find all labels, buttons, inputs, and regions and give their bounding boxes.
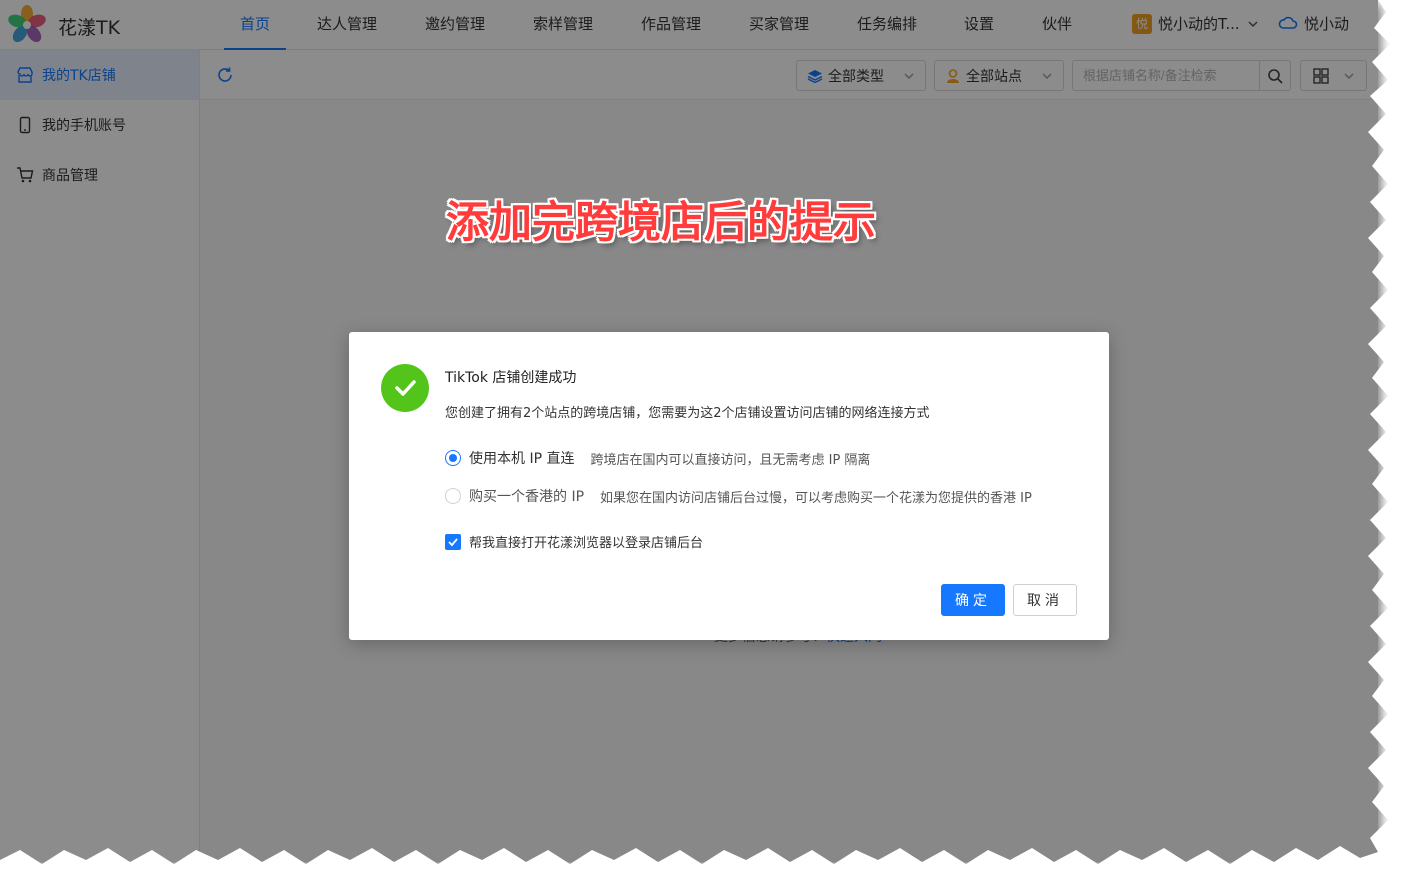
open-browser-checkbox[interactable] — [445, 533, 461, 550]
option-note: 如果您在国内访问店铺后台过慢，可以考虑购买一个花漾为您提供的香港 IP — [600, 490, 1032, 506]
option-note: 跨境店在国内可以直接访问，且无需考虑 IP 隔离 — [590, 452, 871, 468]
cancel-button[interactable]: 取消 — [1013, 584, 1077, 616]
radio-direct-ip[interactable] — [445, 450, 461, 466]
option-buy-hk-ip[interactable]: 购买一个香港的 IP 如果您在国内访问店铺后台过慢，可以考虑购买一个花漾为您提供… — [445, 486, 1032, 506]
radio-buy-hk-ip[interactable] — [445, 488, 461, 504]
confirm-button[interactable]: 确定 — [941, 584, 1005, 616]
option-label: 购买一个香港的 IP — [469, 489, 585, 505]
success-check-icon — [381, 364, 429, 412]
dialog-description: 您创建了拥有2个站点的跨境店铺，您需要为这2个店铺设置访问店铺的网络连接方式 — [445, 406, 930, 421]
dialog-title: TikTok 店铺创建成功 — [445, 370, 577, 386]
option-direct-ip[interactable]: 使用本机 IP 直连 跨境店在国内可以直接访问，且无需考虑 IP 隔离 — [445, 448, 870, 468]
option-label: 使用本机 IP 直连 — [469, 451, 575, 467]
app-window: 花漾TK 首页 达人管理 邀约管理 索样管理 作品管理 买家管理 任务编排 设置… — [0, 0, 1378, 862]
checkbox-label: 帮我直接打开花漾浏览器以登录店铺后台 — [469, 536, 704, 551]
annotation-caption: 添加完跨境店后的提示 — [446, 198, 876, 248]
shop-created-dialog: TikTok 店铺创建成功 您创建了拥有2个站点的跨境店铺，您需要为这2个店铺设… — [349, 332, 1109, 640]
open-browser-option[interactable]: 帮我直接打开花漾浏览器以登录店铺后台 — [445, 532, 703, 551]
checkmark-icon — [448, 537, 458, 546]
